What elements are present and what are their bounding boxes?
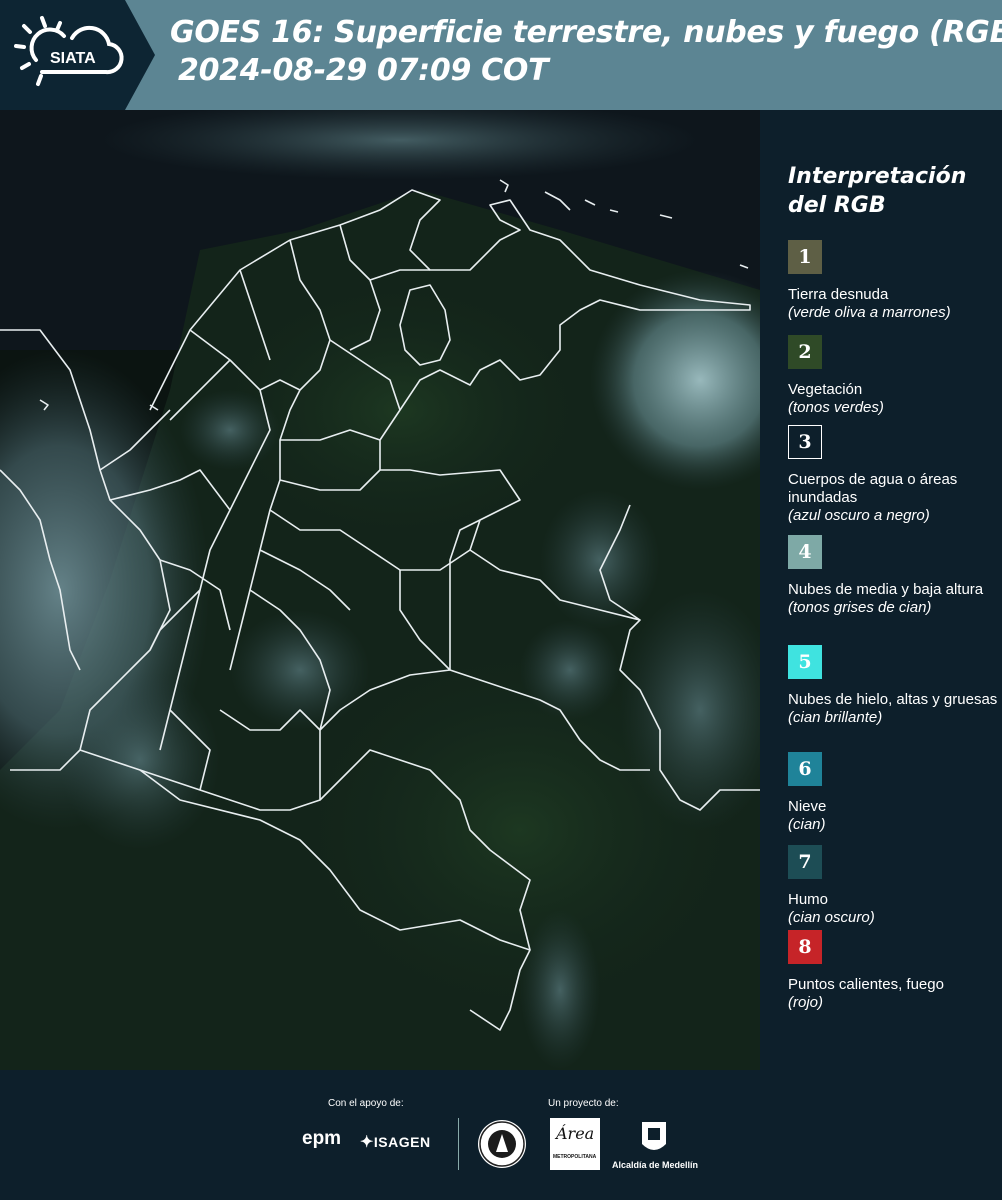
legend-swatch: 7 bbox=[788, 845, 822, 879]
legend-swatch: 3 bbox=[788, 425, 822, 459]
legend-sublabel: (cian brillante) bbox=[788, 709, 883, 726]
legend-item: 5 Nubes de hielo, altas y gruesas (cian br… bbox=[788, 645, 998, 727]
project-label: Un proyecto de: bbox=[548, 1098, 619, 1109]
title-line-1: GOES 16: Superficie terrestre, nubes y f… bbox=[170, 15, 1002, 50]
legend-item: 7 Humo (cian oscuro) bbox=[788, 845, 998, 927]
legend-item: 2 Vegetación (tonos verdes) bbox=[788, 335, 998, 417]
university-seal-logo bbox=[478, 1120, 526, 1168]
legend-sublabel: (rojo) bbox=[788, 994, 824, 1011]
amva-logo: Área METROPOLITANA bbox=[550, 1118, 600, 1170]
legend-sublabel: (cian oscuro) bbox=[788, 909, 875, 926]
legend-label: Nubes de hielo, altas y gruesas bbox=[788, 691, 998, 708]
siata-logo-text: SIATA bbox=[50, 50, 96, 67]
legend-sublabel: (cian) bbox=[788, 816, 826, 833]
legend-label: Nubes de media y baja altura bbox=[788, 581, 984, 598]
legend-swatch: 4 bbox=[788, 535, 822, 569]
legend-panel: Interpretación del RGB 1 Tierra desnuda (v… bbox=[760, 110, 1002, 1070]
legend-swatch: 6 bbox=[788, 752, 822, 786]
legend-label: Vegetación bbox=[788, 381, 863, 398]
legend-sublabel: (tonos grises de cian) bbox=[788, 599, 932, 616]
isagen-logo: ✦ISAGEN bbox=[360, 1134, 431, 1151]
footer: Con el apoyo de: Un proyecto de: epm ✦IS… bbox=[0, 1070, 1002, 1200]
amva-logo-script: Área bbox=[556, 1124, 595, 1143]
legend-label: Puntos calientes, fuego bbox=[788, 976, 944, 993]
legend-item: 6 Nieve (cian) bbox=[788, 752, 998, 834]
legend-item: 8 Puntos calientes, fuego (rojo) bbox=[788, 930, 998, 1012]
amva-logo-text: METROPOLITANA bbox=[553, 1154, 597, 1160]
legend-swatch: 5 bbox=[788, 645, 822, 679]
header-bar: SIATA GOES 16: Superficie terrestre, nub… bbox=[0, 0, 1002, 110]
legend-label: Humo bbox=[788, 891, 829, 908]
legend-item: 4 Nubes de media y baja altura (tonos gris… bbox=[788, 535, 998, 617]
legend-title: Interpretación del RGB bbox=[788, 164, 967, 218]
satellite-map bbox=[0, 110, 760, 1070]
legend-label: Cuerpos de agua o áreas inundadas bbox=[788, 471, 958, 506]
legend-sublabel: (verde oliva a marrones) bbox=[788, 304, 951, 321]
legend-item: 3 Cuerpos de agua o áreas inundadas (azul … bbox=[788, 425, 998, 525]
legend-swatch: 2 bbox=[788, 335, 822, 369]
epm-logo: epm bbox=[302, 1128, 342, 1149]
isagen-logo-text: ISAGEN bbox=[373, 1134, 431, 1150]
alcaldia-shield-icon bbox=[642, 1122, 666, 1150]
page-title: GOES 16: Superficie terrestre, nubes y f… bbox=[170, 14, 1002, 90]
legend-swatch: 1 bbox=[788, 240, 822, 274]
alcaldia-logo: Alcaldía de Medellín bbox=[612, 1120, 702, 1172]
legend-label: Tierra desnuda bbox=[788, 286, 889, 303]
support-label: Con el apoyo de: bbox=[328, 1098, 404, 1109]
legend-sublabel: (azul oscuro a negro) bbox=[788, 507, 930, 524]
legend-sublabel: (tonos verdes) bbox=[788, 399, 884, 416]
legend-swatch: 8 bbox=[788, 930, 822, 964]
alcaldia-text: Alcaldía de Medellín bbox=[612, 1160, 699, 1170]
siata-logo: SIATA bbox=[14, 16, 124, 86]
footer-divider bbox=[458, 1118, 459, 1170]
legend-item: 1 Tierra desnuda (verde oliva a marrones) bbox=[788, 240, 998, 322]
title-line-2: 2024-08-29 07:09 COT bbox=[178, 53, 549, 88]
legend-label: Nieve bbox=[788, 798, 827, 815]
